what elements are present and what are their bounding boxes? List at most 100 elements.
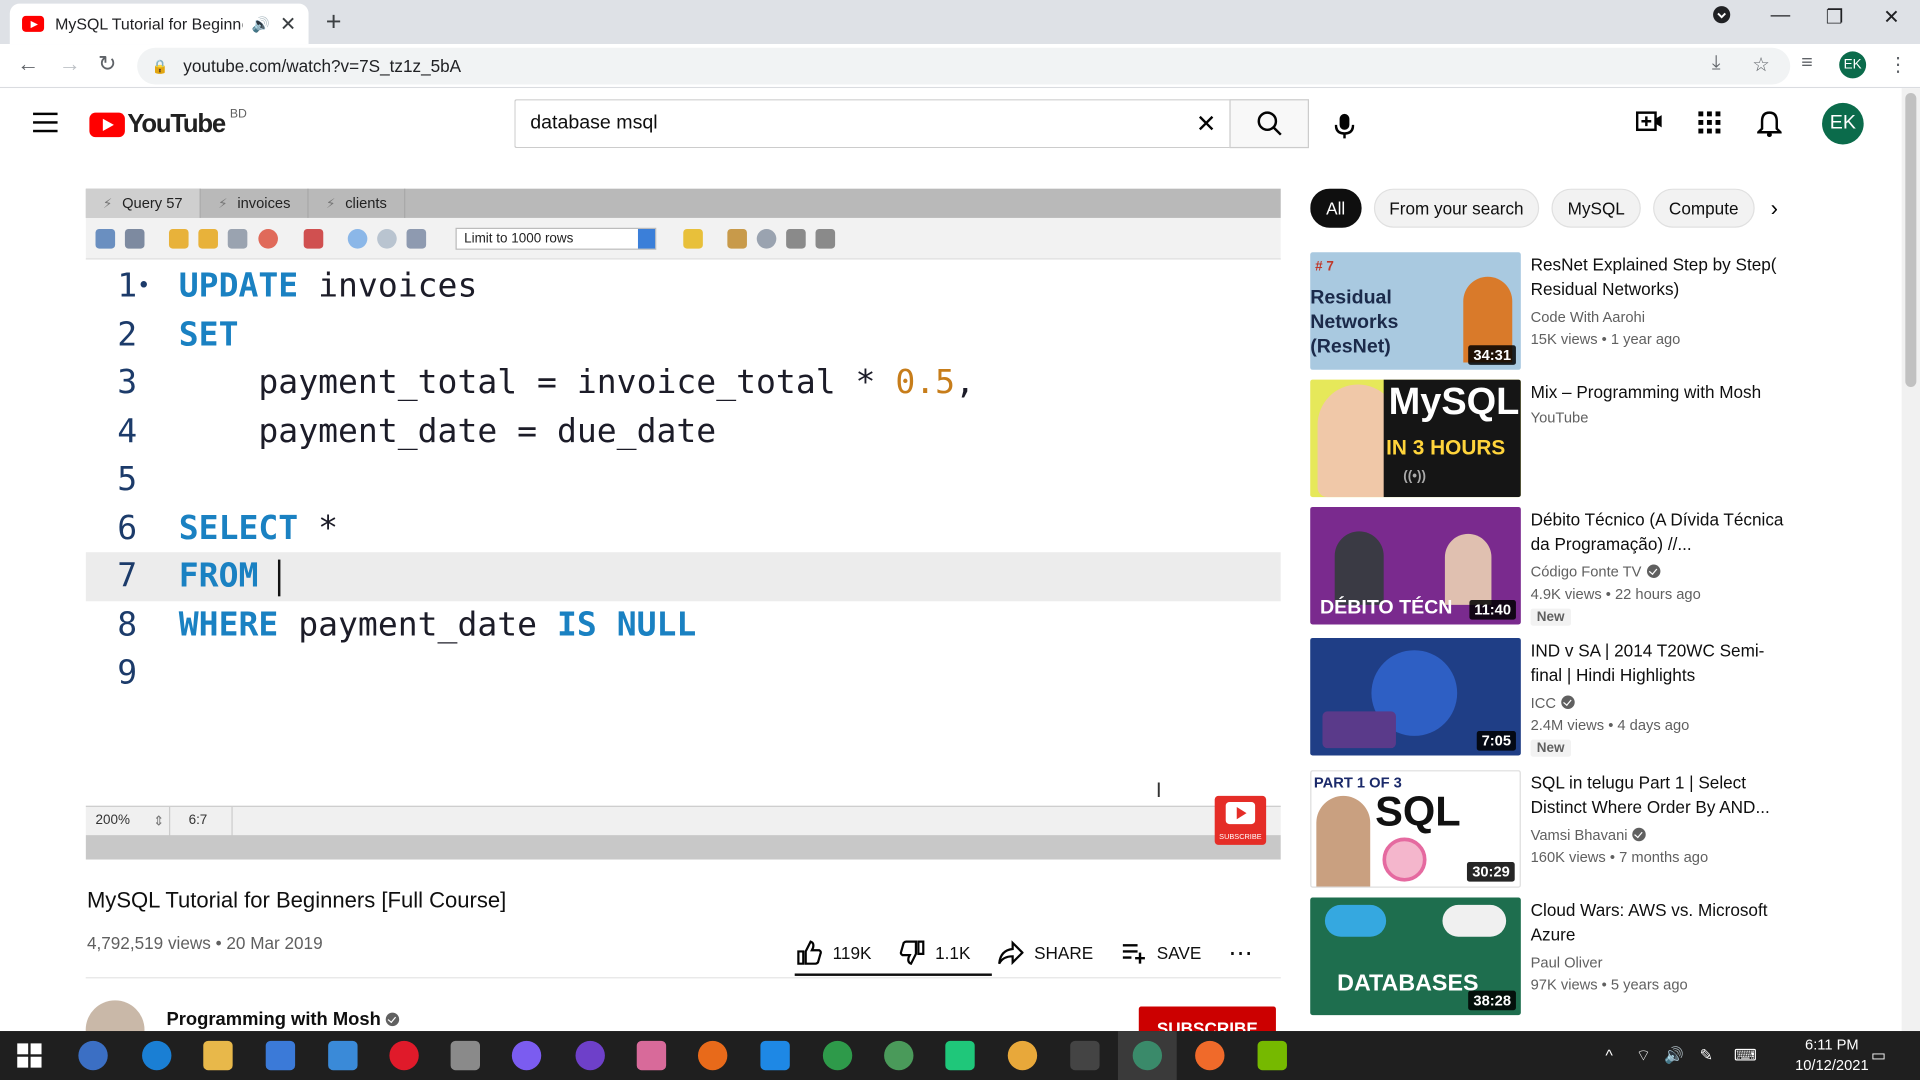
video-thumbnail[interactable]: # 7 Residual Networks (ResNet) 34:31 <box>1310 252 1521 370</box>
recommendation-item[interactable]: DATABASES 38:28 Cloud Wars: AWS vs. Micr… <box>1310 897 1800 1018</box>
chip-all[interactable]: All <box>1310 188 1362 228</box>
video-thumbnail[interactable]: MySQL IN 3 HOURS ((•)) <box>1310 379 1521 498</box>
audio-playing-icon[interactable]: 🔊 <box>252 15 270 32</box>
lightning-icon: ⚡ <box>102 196 113 212</box>
youtube-logo[interactable]: YouTube BD <box>89 107 247 139</box>
reading-list-icon[interactable]: ≡ <box>1801 53 1812 75</box>
chrome-icon[interactable] <box>1007 1040 1038 1071</box>
scrollbar-thumb[interactable] <box>1905 93 1917 387</box>
chip-mysql[interactable]: MySQL <box>1551 188 1641 228</box>
app-icon[interactable] <box>450 1040 481 1071</box>
browser-menu-icon[interactable]: ⋮ <box>1888 53 1908 77</box>
tab-title: MySQL Tutorial for Beginners [Full Cours… <box>55 14 242 34</box>
code-line: 9 <box>117 653 138 692</box>
notification-center-icon[interactable]: ▭ <box>1871 1046 1886 1066</box>
account-avatar[interactable]: EK <box>1822 102 1864 145</box>
bookmark-star-icon[interactable]: ☆ <box>1752 53 1770 77</box>
apps-grid-icon[interactable] <box>1697 110 1721 142</box>
wifi-icon[interactable]: ⌔ <box>1636 1046 1651 1066</box>
volume-icon[interactable]: 🔊 <box>1664 1046 1684 1066</box>
video-thumbnail[interactable]: PART 1 OF 3 SQL 30:29 <box>1310 770 1521 888</box>
new-tab-button[interactable]: + <box>326 6 342 38</box>
app-icon[interactable] <box>822 1040 853 1071</box>
minimize-icon[interactable]: — <box>1771 5 1791 27</box>
system-clock[interactable]: 6:11 PM 10/12/2021 <box>1785 1035 1878 1077</box>
back-arrow-icon[interactable]: ← <box>17 51 39 77</box>
chevron-right-icon[interactable]: › <box>1771 196 1778 222</box>
video-player[interactable]: ⚡ Query 57 ⚡ invoices ⚡ clients Limit to 10… <box>85 188 1281 860</box>
recommendation-title[interactable]: Cloud Wars: AWS vs. Microsoft Azure <box>1531 898 1791 947</box>
vscode-icon[interactable] <box>760 1040 790 1071</box>
firefox-icon[interactable] <box>697 1040 728 1071</box>
install-app-icon[interactable]: ⤓ <box>1712 53 1721 75</box>
recommendation-title[interactable]: SQL in telugu Part 1 | Select Distinct W… <box>1531 770 1791 819</box>
edge-icon[interactable] <box>142 1040 172 1071</box>
clear-search-icon[interactable]: ✕ <box>1182 108 1231 139</box>
recommendation-title[interactable]: Débito Técnico (A Dívida Técnica da Prog… <box>1531 507 1791 556</box>
browser-tab[interactable]: MySQL Tutorial for Beginners [Full Cours… <box>9 3 309 45</box>
chip-from-your-search[interactable]: From your search <box>1373 188 1540 228</box>
chrome-active-icon[interactable] <box>1132 1040 1163 1071</box>
subscribe-watermark[interactable]: SUBSCRIBE <box>1214 795 1267 845</box>
file-explorer-icon[interactable] <box>203 1040 233 1071</box>
paint-icon[interactable] <box>636 1040 667 1071</box>
opera-icon[interactable] <box>389 1040 419 1071</box>
github-desktop-icon[interactable] <box>575 1040 605 1071</box>
guide-menu-icon[interactable] <box>33 112 58 139</box>
channel-name[interactable]: Programming with Mosh <box>167 1009 400 1030</box>
recommendation-item[interactable]: MySQL IN 3 HOURS ((•)) Mix – Programming… <box>1310 379 1800 500</box>
search-button[interactable] <box>1229 99 1309 149</box>
search-input[interactable] <box>530 112 1182 135</box>
more-actions-icon[interactable]: ⋯ <box>1228 937 1254 968</box>
recommendation-channel[interactable]: Código Fonte TV <box>1531 563 1660 580</box>
save-button[interactable]: SAVE <box>1120 939 1201 966</box>
tray-chevron-icon[interactable]: ^ <box>1605 1046 1612 1064</box>
recommendation-title[interactable]: IND v SA | 2014 T20WC Semi-final | Hindi… <box>1531 638 1791 687</box>
video-views-date: 4,792,519 views • 20 Mar 2019 <box>86 933 323 953</box>
pycharm-icon[interactable] <box>945 1040 975 1071</box>
recommendation-item[interactable]: DÉBITO TÉCN 11:40 Débito Técnico (A Dívi… <box>1310 506 1800 627</box>
recommendation-channel[interactable]: Code With Aarohi <box>1531 309 1645 326</box>
windows-start-icon[interactable] <box>17 1043 42 1068</box>
like-button[interactable]: 119K <box>796 939 871 966</box>
chrome-profile-icon[interactable] <box>884 1040 914 1071</box>
filter-chips: All From your search MySQL Compute <box>1310 188 1800 231</box>
recommendation-item[interactable]: # 7 Residual Networks (ResNet) 34:31 Res… <box>1310 252 1800 372</box>
chip-computer[interactable]: Compute <box>1653 188 1755 228</box>
recommendation-channel[interactable]: Paul Oliver <box>1531 954 1603 971</box>
recommendation-channel[interactable]: YouTube <box>1531 409 1589 426</box>
postman-icon[interactable] <box>1195 1040 1225 1071</box>
recommendation-channel[interactable]: Vamsi Bhavani <box>1531 827 1646 844</box>
recommendation-item[interactable]: PART 1 OF 3 SQL 30:29 SQL in telugu Part… <box>1310 770 1800 890</box>
notifications-bell-icon[interactable] <box>1755 110 1784 144</box>
page-scrollbar[interactable] <box>1901 88 1920 1032</box>
maximize-icon[interactable]: ❐ <box>1826 5 1844 29</box>
address-bar[interactable]: 🔒 youtube.com/watch?v=7S_tz1z_5bA <box>137 47 1791 85</box>
browser-profile-avatar[interactable]: EK <box>1839 51 1867 79</box>
nvidia-icon[interactable] <box>1257 1040 1287 1071</box>
close-window-icon[interactable]: ✕ <box>1883 5 1899 29</box>
video-thumbnail[interactable]: DATABASES 38:28 <box>1310 897 1521 1016</box>
voice-search-button[interactable] <box>1320 102 1369 151</box>
recommendation-title[interactable]: Mix – Programming with Mosh <box>1531 380 1791 404</box>
create-video-icon[interactable] <box>1635 110 1663 139</box>
video-thumbnail[interactable]: DÉBITO TÉCN 11:40 <box>1310 506 1521 625</box>
qbittorrent-icon[interactable] <box>78 1040 108 1071</box>
youtube-masthead: YouTube BD ✕ EK <box>0 88 1920 160</box>
dislike-button[interactable]: 1.1K <box>898 939 970 966</box>
keyboard-icon[interactable]: ⌨ <box>1734 1046 1757 1066</box>
close-tab-icon[interactable]: ✕ <box>280 12 296 36</box>
recommendation-channel[interactable]: ICC <box>1531 694 1575 711</box>
tab-search-icon[interactable] <box>1712 5 1732 31</box>
share-button[interactable]: SHARE <box>997 939 1093 966</box>
messenger-icon[interactable] <box>511 1040 542 1071</box>
pen-icon[interactable]: ✎ <box>1700 1046 1713 1066</box>
store-icon[interactable] <box>265 1040 296 1071</box>
mail-icon[interactable] <box>328 1040 358 1071</box>
recommendation-title[interactable]: ResNet Explained Step by Step( Residual … <box>1531 252 1791 301</box>
terminal-icon[interactable] <box>1070 1040 1100 1071</box>
recommendation-item[interactable]: 7:05 IND v SA | 2014 T20WC Semi-final | … <box>1310 637 1800 758</box>
video-thumbnail[interactable]: 7:05 <box>1310 637 1521 756</box>
forward-arrow-icon[interactable]: → <box>59 51 81 77</box>
reload-icon[interactable]: ↻ <box>98 51 116 77</box>
